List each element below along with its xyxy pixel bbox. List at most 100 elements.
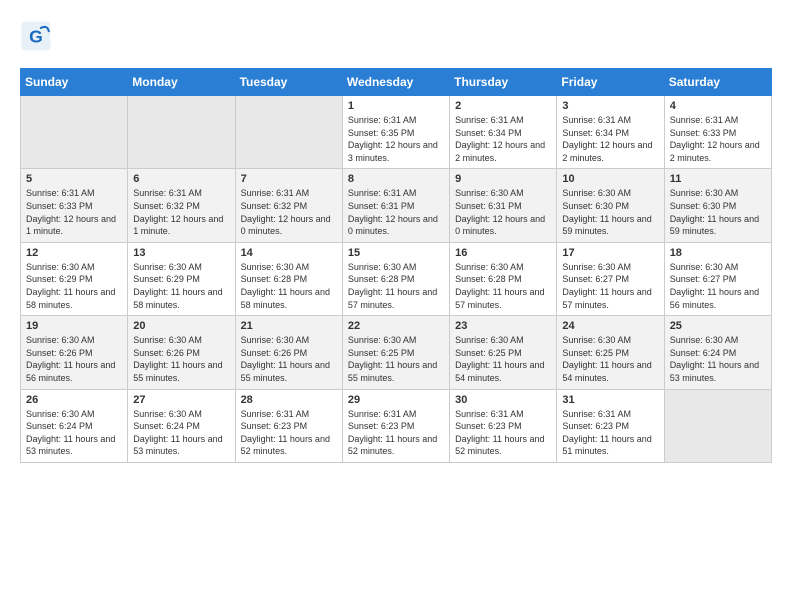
calendar-cell: 24Sunrise: 6:30 AMSunset: 6:25 PMDayligh…: [557, 316, 664, 389]
calendar-body: 1 Sunrise: 6:31 AMSunset: 6:35 PMDaylight…: [21, 96, 772, 463]
calendar-week-4: 19 Sunrise: 6:30 AMSunset: 6:26 PMDayligh…: [21, 316, 772, 389]
calendar-cell: 11Sunrise: 6:30 AMSunset: 6:30 PMDayligh…: [664, 169, 771, 242]
day-info: Sunrise: 6:31 AMSunset: 6:23 PMDaylight:…: [455, 408, 551, 458]
day-number: 6: [133, 173, 229, 185]
calendar-header: SundayMondayTuesdayWednesdayThursdayFrid…: [21, 69, 772, 96]
day-number: 22: [348, 320, 444, 332]
weekday-header-row: SundayMondayTuesdayWednesdayThursdayFrid…: [21, 69, 772, 96]
day-info: Sunrise: 6:30 AMSunset: 6:31 PMDaylight:…: [455, 187, 551, 237]
day-number: 18: [670, 247, 766, 259]
day-info: Sunrise: 6:30 AMSunset: 6:25 PMDaylight:…: [455, 334, 551, 384]
day-number: 8: [348, 173, 444, 185]
day-info: Sunrise: 6:31 AMSunset: 6:32 PMDaylight:…: [241, 187, 337, 237]
calendar-cell: 12 Sunrise: 6:30 AMSunset: 6:29 PMDayligh…: [21, 242, 128, 315]
day-info: Sunrise: 6:30 AMSunset: 6:26 PMDaylight:…: [133, 334, 229, 384]
day-number: 16: [455, 247, 551, 259]
calendar-cell: 9 Sunrise: 6:30 AMSunset: 6:31 PMDaylight…: [450, 169, 557, 242]
day-info: Sunrise: 6:30 AMSunset: 6:24 PMDaylight:…: [133, 408, 229, 458]
day-number: 30: [455, 394, 551, 406]
day-info: Sunrise: 6:30 AMSunset: 6:29 PMDaylight:…: [26, 261, 122, 311]
day-info: Sunrise: 6:30 AMSunset: 6:25 PMDaylight:…: [348, 334, 444, 384]
day-info: Sunrise: 6:31 AMSunset: 6:33 PMDaylight:…: [26, 187, 122, 237]
calendar-cell: 29 Sunrise: 6:31 AMSunset: 6:23 PMDayligh…: [342, 389, 449, 462]
day-info: Sunrise: 6:31 AMSunset: 6:34 PMDaylight:…: [455, 114, 551, 164]
calendar-cell: 26Sunrise: 6:30 AMSunset: 6:24 PMDayligh…: [21, 389, 128, 462]
calendar-week-3: 12 Sunrise: 6:30 AMSunset: 6:29 PMDayligh…: [21, 242, 772, 315]
calendar-cell: 18 Sunrise: 6:30 AMSunset: 6:27 PMDayligh…: [664, 242, 771, 315]
calendar-cell: 21 Sunrise: 6:30 AMSunset: 6:26 PMDayligh…: [235, 316, 342, 389]
day-info: Sunrise: 6:30 AMSunset: 6:24 PMDaylight:…: [670, 334, 766, 384]
calendar-cell: [235, 96, 342, 169]
day-info: Sunrise: 6:30 AMSunset: 6:27 PMDaylight:…: [670, 261, 766, 311]
calendar-cell: 25 Sunrise: 6:30 AMSunset: 6:24 PMDayligh…: [664, 316, 771, 389]
day-number: 12: [26, 247, 122, 259]
calendar-cell: [664, 389, 771, 462]
day-info: Sunrise: 6:30 AMSunset: 6:27 PMDaylight:…: [562, 261, 658, 311]
day-info: Sunrise: 6:31 AMSunset: 6:34 PMDaylight:…: [562, 114, 658, 164]
day-info: Sunrise: 6:30 AMSunset: 6:28 PMDaylight:…: [455, 261, 551, 311]
calendar-cell: 28 Sunrise: 6:31 AMSunset: 6:23 PMDayligh…: [235, 389, 342, 462]
calendar-cell: 5 Sunrise: 6:31 AMSunset: 6:33 PMDaylight…: [21, 169, 128, 242]
day-number: 14: [241, 247, 337, 259]
day-info: Sunrise: 6:31 AMSunset: 6:23 PMDaylight:…: [562, 408, 658, 458]
day-info: Sunrise: 6:30 AMSunset: 6:26 PMDaylight:…: [241, 334, 337, 384]
day-number: 2: [455, 100, 551, 112]
calendar-cell: 1 Sunrise: 6:31 AMSunset: 6:35 PMDaylight…: [342, 96, 449, 169]
day-number: 27: [133, 394, 229, 406]
weekday-wednesday: Wednesday: [342, 69, 449, 96]
calendar-cell: 13Sunrise: 6:30 AMSunset: 6:29 PMDayligh…: [128, 242, 235, 315]
calendar-cell: 23Sunrise: 6:30 AMSunset: 6:25 PMDayligh…: [450, 316, 557, 389]
calendar-cell: 30 Sunrise: 6:31 AMSunset: 6:23 PMDayligh…: [450, 389, 557, 462]
calendar-cell: 2 Sunrise: 6:31 AMSunset: 6:34 PMDaylight…: [450, 96, 557, 169]
calendar-cell: 20 Sunrise: 6:30 AMSunset: 6:26 PMDayligh…: [128, 316, 235, 389]
day-info: Sunrise: 6:30 AMSunset: 6:30 PMDaylight:…: [670, 187, 766, 237]
weekday-friday: Friday: [557, 69, 664, 96]
calendar-cell: [128, 96, 235, 169]
day-info: Sunrise: 6:31 AMSunset: 6:35 PMDaylight:…: [348, 114, 444, 164]
day-number: 19: [26, 320, 122, 332]
day-number: 13: [133, 247, 229, 259]
day-number: 9: [455, 173, 551, 185]
calendar-cell: [21, 96, 128, 169]
weekday-thursday: Thursday: [450, 69, 557, 96]
day-number: 25: [670, 320, 766, 332]
calendar-week-1: 1 Sunrise: 6:31 AMSunset: 6:35 PMDaylight…: [21, 96, 772, 169]
day-info: Sunrise: 6:31 AMSunset: 6:32 PMDaylight:…: [133, 187, 229, 237]
calendar-cell: 8 Sunrise: 6:31 AMSunset: 6:31 PMDaylight…: [342, 169, 449, 242]
day-number: 17: [562, 247, 658, 259]
day-info: Sunrise: 6:30 AMSunset: 6:25 PMDaylight:…: [562, 334, 658, 384]
day-info: Sunrise: 6:31 AMSunset: 6:23 PMDaylight:…: [348, 408, 444, 458]
calendar-cell: 19 Sunrise: 6:30 AMSunset: 6:26 PMDayligh…: [21, 316, 128, 389]
calendar-cell: 27 Sunrise: 6:30 AMSunset: 6:24 PMDayligh…: [128, 389, 235, 462]
day-info: Sunrise: 6:30 AMSunset: 6:30 PMDaylight:…: [562, 187, 658, 237]
weekday-saturday: Saturday: [664, 69, 771, 96]
calendar-cell: 7 Sunrise: 6:31 AMSunset: 6:32 PMDaylight…: [235, 169, 342, 242]
day-info: Sunrise: 6:30 AMSunset: 6:26 PMDaylight:…: [26, 334, 122, 384]
day-number: 4: [670, 100, 766, 112]
day-info: Sunrise: 6:30 AMSunset: 6:24 PMDaylight:…: [26, 408, 122, 458]
day-number: 28: [241, 394, 337, 406]
calendar-table: SundayMondayTuesdayWednesdayThursdayFrid…: [20, 68, 772, 463]
day-info: Sunrise: 6:31 AMSunset: 6:31 PMDaylight:…: [348, 187, 444, 237]
weekday-tuesday: Tuesday: [235, 69, 342, 96]
logo-icon: G: [20, 20, 52, 52]
weekday-monday: Monday: [128, 69, 235, 96]
day-number: 31: [562, 394, 658, 406]
calendar-cell: 4Sunrise: 6:31 AMSunset: 6:33 PMDaylight…: [664, 96, 771, 169]
day-number: 1: [348, 100, 444, 112]
calendar-cell: 14 Sunrise: 6:30 AMSunset: 6:28 PMDayligh…: [235, 242, 342, 315]
day-number: 10: [562, 173, 658, 185]
calendar-cell: 16 Sunrise: 6:30 AMSunset: 6:28 PMDayligh…: [450, 242, 557, 315]
day-info: Sunrise: 6:30 AMSunset: 6:28 PMDaylight:…: [241, 261, 337, 311]
day-number: 15: [348, 247, 444, 259]
day-number: 5: [26, 173, 122, 185]
day-number: 29: [348, 394, 444, 406]
calendar-cell: 10 Sunrise: 6:30 AMSunset: 6:30 PMDayligh…: [557, 169, 664, 242]
day-number: 20: [133, 320, 229, 332]
day-number: 21: [241, 320, 337, 332]
svg-text:G: G: [29, 26, 43, 46]
day-info: Sunrise: 6:31 AMSunset: 6:23 PMDaylight:…: [241, 408, 337, 458]
logo: G: [20, 20, 56, 52]
weekday-sunday: Sunday: [21, 69, 128, 96]
day-number: 7: [241, 173, 337, 185]
